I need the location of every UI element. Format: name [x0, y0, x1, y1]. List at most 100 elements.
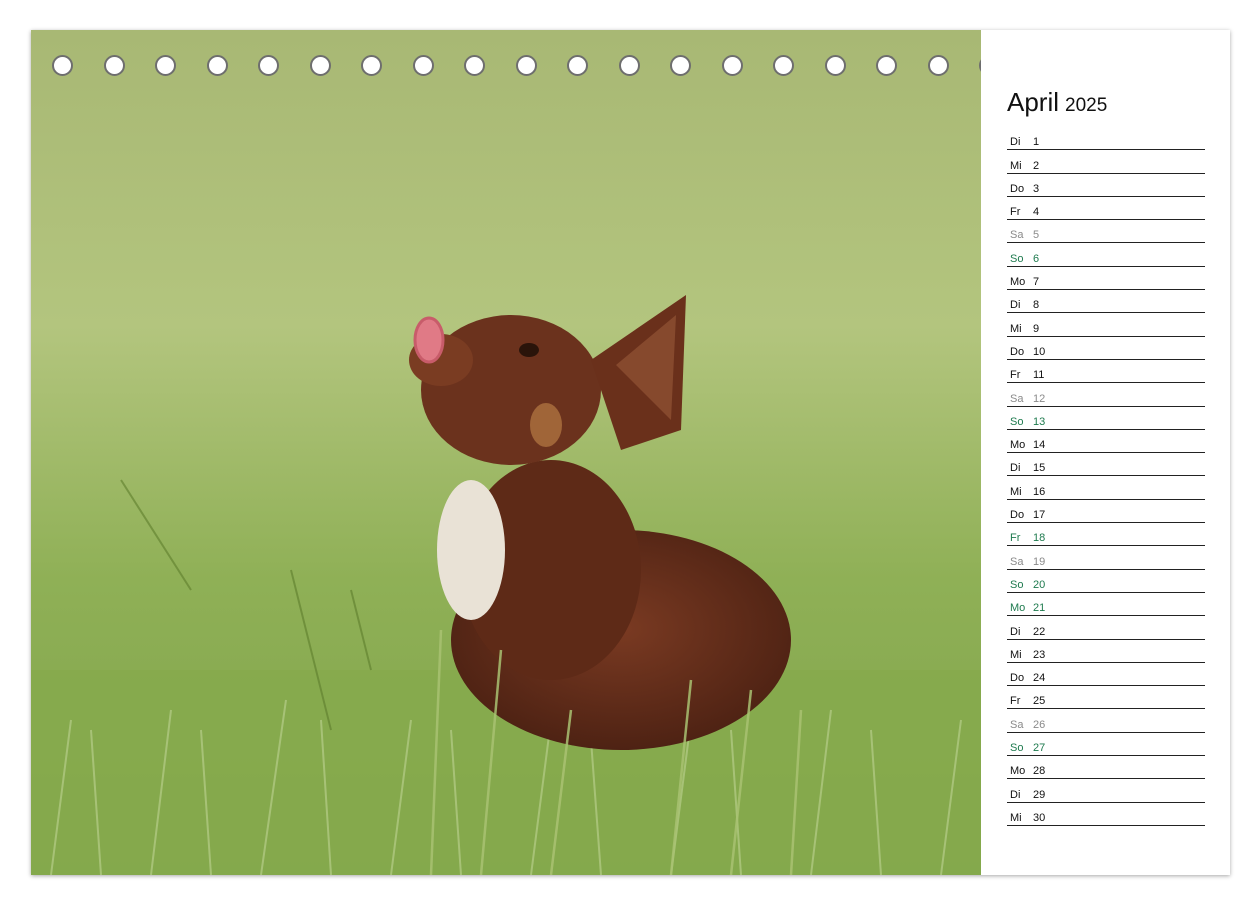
binding-hole [258, 55, 279, 76]
day-row: Mo 21 [1007, 593, 1205, 617]
day-row: Di 22 [1007, 616, 1205, 640]
weekday-label: Fr [1010, 532, 1021, 545]
day-row: Fr 18 [1007, 523, 1205, 547]
day-number: 6 [1033, 252, 1040, 265]
weekday-label: Do [1010, 345, 1025, 358]
day-row: Mi 9 [1007, 313, 1205, 337]
day-row: Mi 30 [1007, 803, 1205, 826]
year: 2025 [1065, 95, 1108, 116]
day-row: Di 8 [1007, 290, 1205, 314]
binding-hole [927, 55, 949, 76]
day-number: 25 [1033, 695, 1046, 708]
day-number: 18 [1033, 532, 1046, 545]
day-row: So 13 [1007, 407, 1205, 430]
puppy-photo [31, 30, 981, 875]
day-row: Sa 26 [1007, 709, 1205, 733]
day-row: Mi 23 [1007, 640, 1205, 663]
day-number: 30 [1033, 811, 1046, 824]
binding-hole [464, 55, 485, 76]
weekday-label: Di [1010, 788, 1021, 801]
day-row: Fr 11 [1007, 360, 1205, 384]
binding-hole [155, 55, 176, 76]
day-row: Do 3 [1007, 174, 1205, 197]
binding-hole [103, 55, 125, 76]
weekday-label: Di [1010, 136, 1021, 149]
day-number: 26 [1033, 718, 1046, 731]
day-number: 28 [1033, 765, 1046, 778]
day-row: Di 29 [1007, 779, 1205, 803]
day-row: Fr 4 [1007, 197, 1205, 221]
binding-hole [876, 55, 897, 76]
binding-hole [773, 55, 794, 76]
day-row: Mo 14 [1007, 430, 1205, 454]
weekday-label: Do [1010, 672, 1025, 685]
day-row: Do 24 [1007, 663, 1205, 687]
day-number: 10 [1033, 345, 1046, 358]
weekday-label: Mi [1010, 322, 1022, 335]
day-number: 14 [1033, 439, 1046, 452]
weekday-label: Fr [1010, 206, 1021, 219]
weekday-label: So [1010, 742, 1024, 755]
day-row: Mo 28 [1007, 756, 1205, 780]
day-number: 27 [1033, 742, 1046, 755]
binding-hole [309, 55, 331, 76]
day-number: 4 [1033, 206, 1040, 219]
day-number: 23 [1033, 648, 1046, 661]
day-number: 8 [1033, 299, 1040, 312]
day-row: Do 10 [1007, 337, 1205, 360]
day-row: Sa 19 [1007, 546, 1205, 570]
weekday-label: So [1010, 415, 1024, 428]
day-number: 20 [1033, 578, 1046, 591]
day-number: 19 [1033, 555, 1046, 568]
binding-hole [670, 55, 691, 76]
day-row: Sa 12 [1007, 383, 1205, 407]
weekday-label: Sa [1010, 392, 1024, 405]
binding-hole [567, 55, 588, 76]
day-number: 21 [1033, 602, 1046, 615]
binding-hole [618, 55, 640, 76]
calendar-page: April 2025 Di 1 Mi 2 Do 3 Fr 4 Sa 5 So 6 Mo 7 Di 8 Mi 9 Do 1… [31, 30, 1230, 875]
day-row: Mi 16 [1007, 476, 1205, 500]
weekday-label: Mo [1010, 602, 1026, 615]
binding-hole [206, 55, 228, 76]
day-number: 15 [1033, 462, 1046, 475]
day-number: 29 [1033, 788, 1046, 801]
day-number: 13 [1033, 415, 1046, 428]
day-number: 24 [1033, 672, 1046, 685]
weekday-label: Sa [1010, 555, 1024, 568]
weekday-label: Di [1010, 299, 1021, 312]
binding-hole [361, 55, 382, 76]
month-name: April [1007, 87, 1060, 117]
weekday-label: Mi [1010, 485, 1022, 498]
day-number: 12 [1033, 392, 1046, 405]
day-row: Do 17 [1007, 500, 1205, 524]
month-title: April 2025 [1007, 87, 1107, 118]
day-row: Mo 7 [1007, 267, 1205, 291]
weekday-label: Mo [1010, 276, 1026, 289]
weekday-label: Mi [1010, 811, 1022, 824]
weekday-label: Sa [1010, 718, 1024, 731]
day-row: So 6 [1007, 243, 1205, 267]
day-number: 17 [1033, 509, 1046, 522]
day-number: 7 [1033, 276, 1040, 289]
weekday-label: Mi [1010, 159, 1022, 172]
day-number: 9 [1033, 322, 1040, 335]
puppy-illustration [31, 30, 981, 875]
day-number: 16 [1033, 485, 1046, 498]
weekday-label: So [1010, 252, 1024, 265]
binding-hole [721, 55, 743, 76]
day-row: Fr 25 [1007, 686, 1205, 710]
day-row: Sa 5 [1007, 220, 1205, 244]
day-number: 5 [1033, 229, 1040, 242]
day-row: Di 1 [1007, 127, 1205, 151]
binding-hole [52, 55, 73, 76]
day-number: 3 [1033, 182, 1040, 195]
day-row: So 27 [1007, 733, 1205, 757]
day-list: Di 1 Mi 2 Do 3 Fr 4 Sa 5 So 6 Mo 7 Di 8 Mi 9 Do 10 Fr 11 Sa 12 S… [1007, 127, 1205, 826]
day-row: Di 15 [1007, 453, 1205, 477]
weekday-label: Sa [1010, 229, 1024, 242]
weekday-label: Di [1010, 625, 1021, 638]
weekday-label: Mo [1010, 765, 1026, 778]
day-number: 11 [1033, 369, 1045, 382]
weekday-label: Do [1010, 509, 1025, 522]
